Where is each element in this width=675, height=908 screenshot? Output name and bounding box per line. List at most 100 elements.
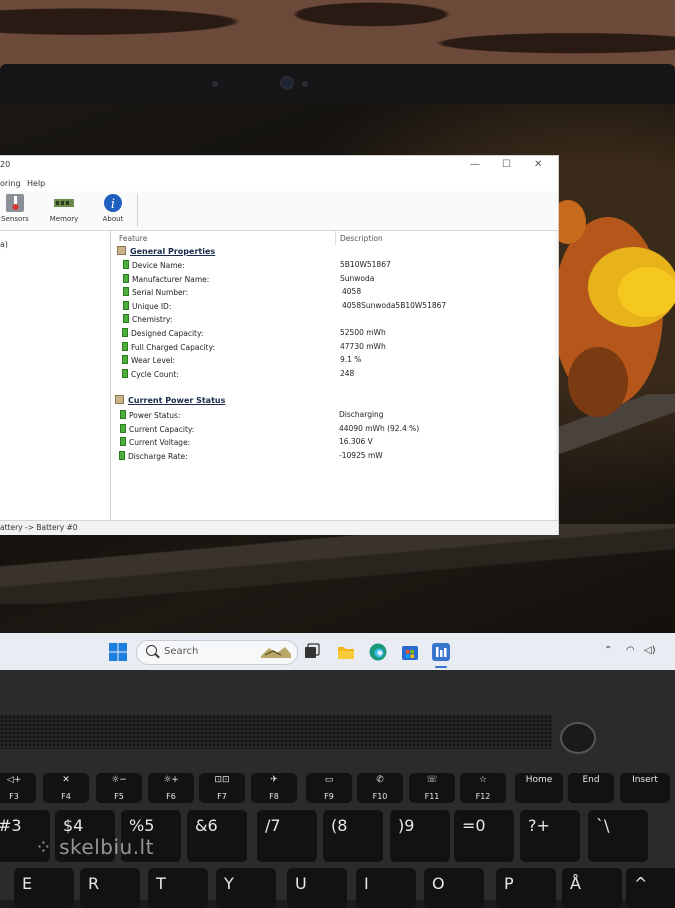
task-view-icon[interactable] xyxy=(302,642,322,662)
battery-icon xyxy=(123,274,129,283)
letter-key[interactable]: Å xyxy=(562,868,622,908)
property-row: Cycle Count: xyxy=(122,369,179,379)
number-key[interactable]: (8 xyxy=(323,810,383,862)
function-key[interactable]: ☏ F11 xyxy=(409,773,455,803)
window-titlebar[interactable]: 20 — ☐ ✕ xyxy=(0,156,558,178)
memory-button[interactable]: Memory xyxy=(45,193,83,227)
letter-key[interactable]: P xyxy=(496,868,556,908)
letter-key[interactable]: R xyxy=(80,868,140,908)
property-row: Chemistry: xyxy=(123,314,172,324)
property-label: Chemistry: xyxy=(132,315,173,324)
function-key[interactable]: ☼− F5 xyxy=(96,773,142,803)
battery-icon xyxy=(122,328,128,337)
key-label: %5 xyxy=(129,816,155,835)
function-key[interactable]: ✕ F4 xyxy=(43,773,89,803)
key-label: )9 xyxy=(398,816,415,835)
function-key[interactable]: ✈ F8 xyxy=(251,773,297,803)
battery-info-window: 20 — ☐ ✕ oring Help Sensors Memory i Abo… xyxy=(0,156,558,535)
function-key[interactable]: ⊡⊡ F7 xyxy=(199,773,245,803)
file-explorer-icon[interactable] xyxy=(336,642,356,662)
letter-key[interactable]: Y xyxy=(216,868,276,908)
number-key[interactable]: &6 xyxy=(187,810,247,862)
property-value: 44090 mWh (92.4 %) xyxy=(339,424,420,433)
search-input[interactable]: Search xyxy=(136,640,298,665)
key-label: ✕ xyxy=(62,775,70,785)
column-header-feature[interactable]: Feature xyxy=(119,234,147,243)
toolbar: Sensors Memory i About xyxy=(0,191,558,231)
function-key[interactable]: ☼+ F6 xyxy=(148,773,194,803)
property-label: Current Voltage: xyxy=(129,438,191,447)
property-label: Cycle Count: xyxy=(131,370,179,379)
function-key[interactable]: End xyxy=(568,773,614,803)
ir-sensor xyxy=(212,81,218,87)
wifi-icon[interactable]: ◠ xyxy=(626,645,635,656)
power-button[interactable] xyxy=(560,722,596,754)
column-header-description[interactable]: Description xyxy=(340,234,383,243)
minimize-button[interactable]: — xyxy=(470,159,480,170)
letter-key[interactable]: I xyxy=(356,868,416,908)
key-sublabel: F7 xyxy=(217,792,227,801)
number-key[interactable]: `\ xyxy=(588,810,648,862)
windows-start-icon[interactable] xyxy=(108,642,128,662)
property-label: Manufacturer Name: xyxy=(132,275,210,284)
function-key[interactable]: Home xyxy=(515,773,563,803)
function-key[interactable]: ✆ F10 xyxy=(357,773,403,803)
battery-app-icon[interactable] xyxy=(431,642,451,662)
section-current-power-status: Current Power Status xyxy=(115,395,225,405)
key-label: ☏ xyxy=(426,775,438,785)
column-divider[interactable] xyxy=(335,231,336,245)
edge-icon[interactable] xyxy=(368,642,388,662)
property-row: Wear Level: xyxy=(122,355,175,365)
battery-icon xyxy=(122,355,128,364)
chevron-up-icon[interactable]: ⌃ xyxy=(604,645,612,656)
property-value: 5B10W51867 xyxy=(340,260,391,269)
laptop-screen: 20 — ☐ ✕ oring Help Sensors Memory i Abo… xyxy=(0,104,675,670)
battery-icon xyxy=(120,437,126,446)
function-key[interactable]: ▭ F9 xyxy=(306,773,352,803)
key-label: `\ xyxy=(596,816,610,835)
key-label: (8 xyxy=(331,816,348,835)
about-button[interactable]: i About xyxy=(98,193,128,227)
status-bar: attery -> Battery #0 xyxy=(0,520,558,535)
menu-bar: oring Help xyxy=(0,178,558,191)
property-row: Serial Number: xyxy=(123,287,188,297)
property-value: Discharging xyxy=(339,410,384,419)
key-label: ^ xyxy=(634,874,648,893)
number-key[interactable]: =0 xyxy=(454,810,514,862)
tree-item-battery[interactable]: a) xyxy=(0,240,8,249)
number-key[interactable]: /7 xyxy=(257,810,317,862)
function-key[interactable]: ☆ F12 xyxy=(460,773,506,803)
letter-key[interactable]: E xyxy=(14,868,74,908)
battery-icon xyxy=(122,342,128,351)
letter-key[interactable]: ^ xyxy=(626,868,675,908)
maximize-button[interactable]: ☐ xyxy=(502,159,511,170)
close-button[interactable]: ✕ xyxy=(534,159,542,170)
laptop-top-bezel xyxy=(0,64,675,108)
menu-help[interactable]: Help xyxy=(27,179,45,188)
key-label: E xyxy=(22,874,33,893)
number-key[interactable]: )9 xyxy=(390,810,450,862)
sensors-button[interactable]: Sensors xyxy=(0,193,30,227)
key-label: R xyxy=(88,874,100,893)
property-label: Serial Number: xyxy=(132,288,189,297)
battery-icon xyxy=(122,369,128,378)
key-label: Å xyxy=(570,874,581,893)
key-label: ◁+ xyxy=(6,775,22,785)
memory-chip-icon xyxy=(54,199,74,207)
background-fabric xyxy=(0,0,675,72)
key-label: Home xyxy=(525,775,553,785)
number-key[interactable]: ?+ xyxy=(520,810,580,862)
menu-monitoring[interactable]: oring xyxy=(0,179,21,188)
property-label: Device Name: xyxy=(132,261,185,270)
key-label: ▭ xyxy=(324,775,334,785)
letter-key[interactable]: O xyxy=(424,868,484,908)
property-label: Discharge Rate: xyxy=(128,452,188,461)
store-icon[interactable] xyxy=(400,642,420,662)
letter-key[interactable]: U xyxy=(287,868,347,908)
function-key[interactable]: ◁+ F3 xyxy=(0,773,36,803)
search-placeholder: Search xyxy=(164,646,199,657)
letter-key[interactable]: T xyxy=(148,868,208,908)
volume-icon[interactable]: ◁) xyxy=(644,645,656,656)
function-key[interactable]: Insert xyxy=(620,773,670,803)
key-sublabel: F6 xyxy=(166,792,176,801)
